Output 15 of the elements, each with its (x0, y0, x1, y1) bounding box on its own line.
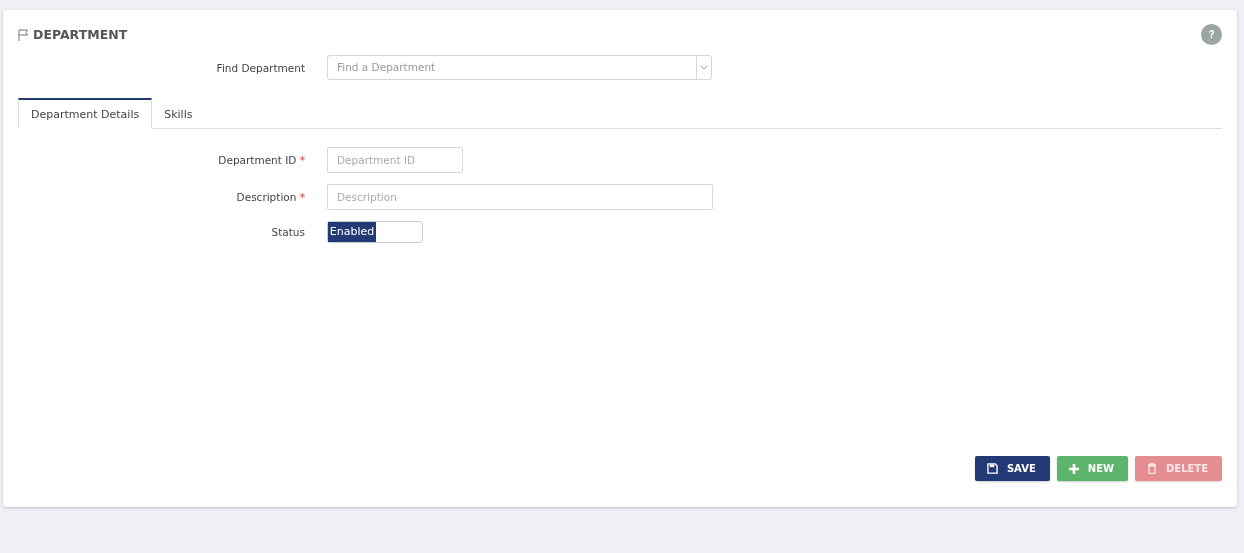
text-field[interactable]: Description (327, 184, 713, 210)
status-toggle[interactable]: Enabled (327, 221, 423, 243)
save-button[interactable]: SAVE (974, 456, 1050, 481)
plus-icon (1068, 463, 1079, 474)
text-field[interactable]: Department ID (327, 147, 463, 173)
trash-icon (1147, 463, 1157, 474)
field-label: Find Department (216, 61, 305, 74)
chevron-down-icon (700, 65, 708, 70)
field-label: Department ID * (218, 154, 305, 166)
field-label: Status (271, 226, 305, 238)
tab[interactable]: Department Details (18, 98, 153, 129)
flag-icon (18, 28, 29, 41)
field-label: Description * (236, 191, 305, 203)
page-title: DEPARTMENT (33, 27, 128, 42)
tab[interactable]: Skills (152, 98, 205, 129)
